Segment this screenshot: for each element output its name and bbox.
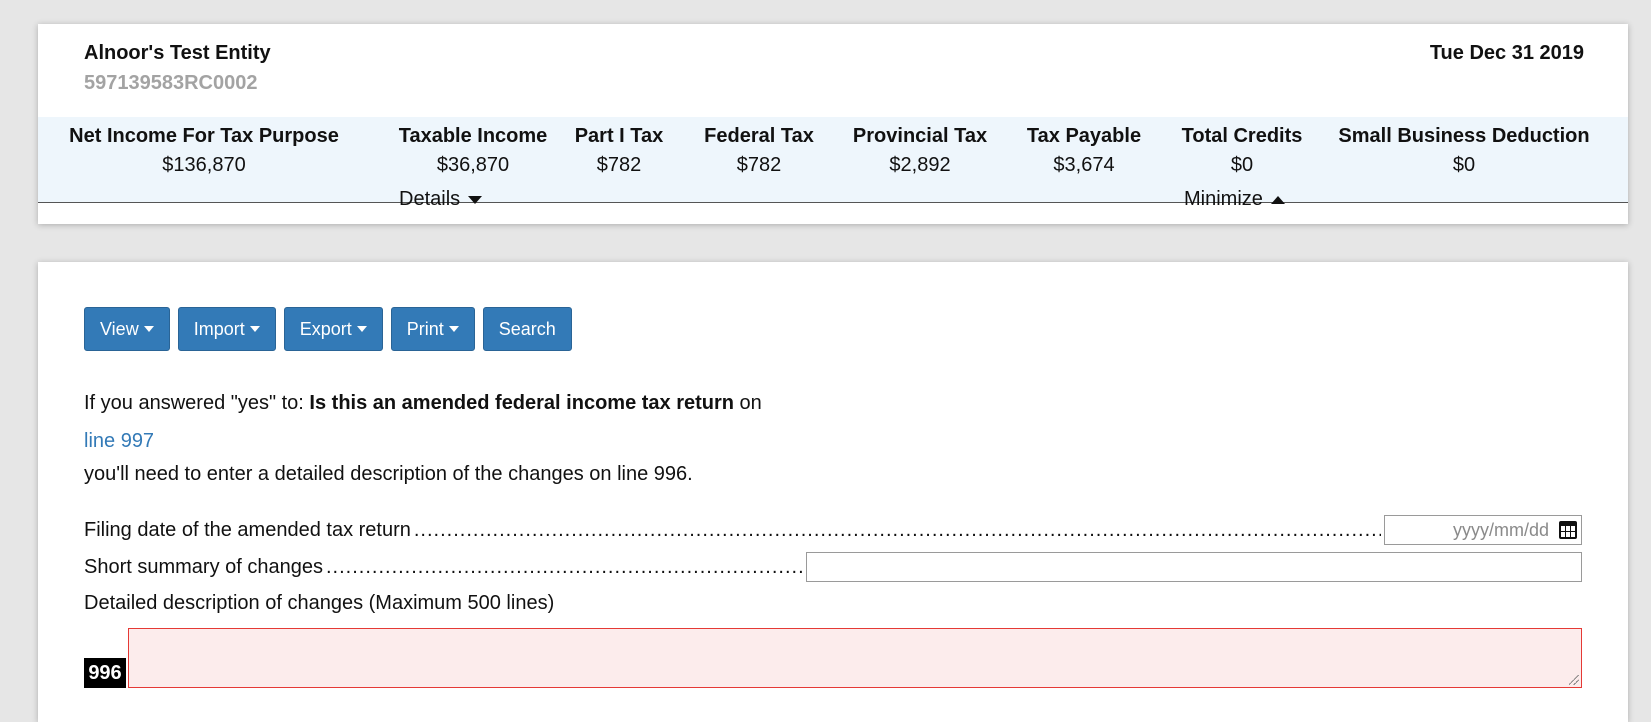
caret-down-icon [143,326,154,332]
entity-business-number: 597139583RC0002 [84,72,258,94]
metric-total-credits: Total Credits $0 [1182,117,1303,179]
metric-tax-payable: Tax Payable $3,674 [1027,117,1141,179]
metric-provincial-tax: Provincial Tax $2,892 [853,117,987,179]
line-997-link[interactable]: line 997 [84,430,154,453]
metric-federal-tax: Federal Tax $782 [704,117,814,179]
calendar-icon[interactable] [1559,521,1577,539]
caret-down-icon [356,326,367,332]
metric-net-income: Net Income For Tax Purpose $136,870 [69,117,339,179]
minimize-toggle-label: Minimize [1184,188,1263,210]
caret-down-icon [249,326,260,332]
export-button-label: Export [299,318,352,339]
metric-value: $3,674 [1053,154,1115,176]
description-textarea[interactable] [128,628,1582,688]
search-button-label: Search [498,318,556,339]
filing-date-label: Filing date of the amended tax return [84,518,411,541]
filing-date-row: Filing date of the amended tax return ..… [84,515,1582,545]
metric-label: Total Credits [1181,125,1303,147]
metric-label: Tax Payable [1026,125,1142,147]
intro-question: Is this an amended federal income tax re… [309,392,734,414]
filing-date-placeholder: yyyy/mm/dd [1452,519,1549,540]
caret-down-icon [468,195,483,204]
metric-label: Federal Tax [704,125,814,147]
summary-row: Short summary of changes ...............… [84,552,1582,582]
intro-prefix: If you answered "yes" to: [84,392,310,414]
metric-label: Part I Tax [574,125,664,147]
line-number-badge: 996 [84,658,126,688]
metric-label: Provincial Tax [852,125,988,147]
dot-leader: ........................................… [413,519,1381,541]
dot-leader: ........................................… [326,556,803,578]
details-toggle[interactable]: Details [399,188,483,211]
metric-value: $2,892 [889,154,951,176]
metric-label: Small Business Deduction [1338,125,1590,147]
print-button[interactable]: Print [390,307,475,351]
view-button-label: View [100,318,139,339]
tax-year-end-date: Tue Dec 31 2019 [1429,42,1584,64]
metric-value: $136,870 [162,154,246,176]
import-button-label: Import [193,318,245,339]
description-label: Detailed description of changes (Maximum… [84,592,555,614]
print-button-label: Print [406,318,444,339]
minimize-toggle[interactable]: Minimize [1184,188,1285,211]
filing-date-input[interactable]: yyyy/mm/dd [1384,515,1582,545]
import-button[interactable]: Import [177,307,276,351]
amended-return-form-card: View Import Export Print Search If you a… [38,262,1628,722]
metric-taxable-income: Taxable Income $36,870 [399,117,548,179]
toolbar: View Import Export Print Search [84,307,580,351]
caret-down-icon [448,326,459,332]
metric-value: $782 [596,154,642,176]
resize-handle-icon[interactable] [1569,675,1579,685]
search-button[interactable]: Search [482,307,572,351]
metric-value: $0 [1230,154,1254,176]
export-button[interactable]: Export [283,307,383,351]
amended-return-instructions: If you answered "yes" to: Is this an ame… [84,392,762,415]
tax-summary-card: Alnoor's Test Entity 597139583RC0002 Tue… [38,24,1628,224]
intro-suffix: on [734,392,762,414]
entity-name: Alnoor's Test Entity [84,42,271,64]
metric-value: $782 [736,154,782,176]
metric-value: $36,870 [436,154,510,176]
details-toggle-label: Details [399,188,461,210]
metrics-band: Net Income For Tax Purpose $136,870 Taxa… [38,117,1628,203]
metric-part-i-tax: Part I Tax $782 [575,117,664,179]
summary-label: Short summary of changes [84,555,323,578]
line-996-note: you'll need to enter a detailed descript… [84,463,693,485]
metric-label: Taxable Income [398,125,548,147]
view-button[interactable]: View [84,307,170,351]
metric-value: $0 [1452,154,1476,176]
metric-label: Net Income For Tax Purpose [69,125,339,147]
caret-up-icon [1270,195,1285,204]
metric-small-business-deduction: Small Business Deduction $0 [1338,117,1589,179]
summary-input[interactable] [806,552,1582,582]
